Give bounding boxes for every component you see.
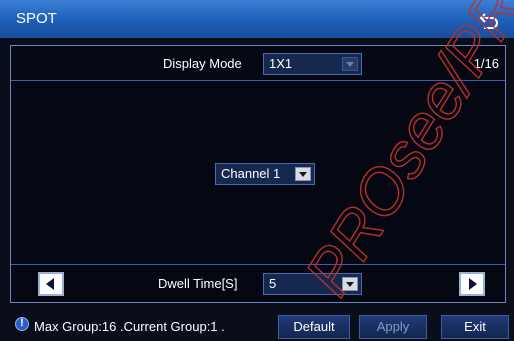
apply-button[interactable]: Apply	[359, 315, 427, 339]
dwell-time-select[interactable]: 5	[263, 273, 362, 295]
chevron-down-icon	[342, 57, 358, 71]
dwell-time-label: Dwell Time[S]	[158, 276, 238, 291]
display-mode-label: Display Mode	[163, 56, 242, 71]
info-icon	[15, 317, 29, 331]
spot-panel: Display Mode 1X1 1/16 Channel 1 Dwell Ti…	[10, 45, 506, 303]
exit-button[interactable]: Exit	[441, 315, 509, 339]
channel-select[interactable]: Channel 1	[215, 163, 315, 185]
page-indicator: 1/16	[473, 56, 499, 71]
title-bar: SPOT	[0, 0, 514, 38]
group-status-text: Max Group:16 .Current Group:1 .	[34, 319, 225, 334]
default-button[interactable]: Default	[278, 315, 350, 339]
next-group-button[interactable]	[459, 272, 485, 296]
footer-bar: Max Group:16 .Current Group:1 . Default …	[0, 305, 514, 341]
channel-value: Channel 1	[221, 166, 281, 181]
dwell-time-row: Dwell Time[S] 5	[11, 265, 505, 302]
display-mode-value: 1X1	[269, 56, 293, 71]
chevron-down-icon	[342, 277, 358, 291]
display-mode-row: Display Mode 1X1 1/16	[11, 46, 505, 81]
display-mode-select[interactable]: 1X1	[263, 53, 362, 75]
window-title: SPOT	[16, 10, 57, 27]
chevron-down-icon	[295, 167, 311, 181]
previous-group-button[interactable]	[38, 272, 64, 296]
channel-view-area: Channel 1	[11, 81, 505, 265]
spot-window: SPOT Display Mode 1X1 1/16 Channel 1 Dwe…	[0, 0, 514, 341]
dwell-time-value: 5	[269, 276, 277, 291]
back-arrow-icon[interactable]	[476, 6, 502, 32]
